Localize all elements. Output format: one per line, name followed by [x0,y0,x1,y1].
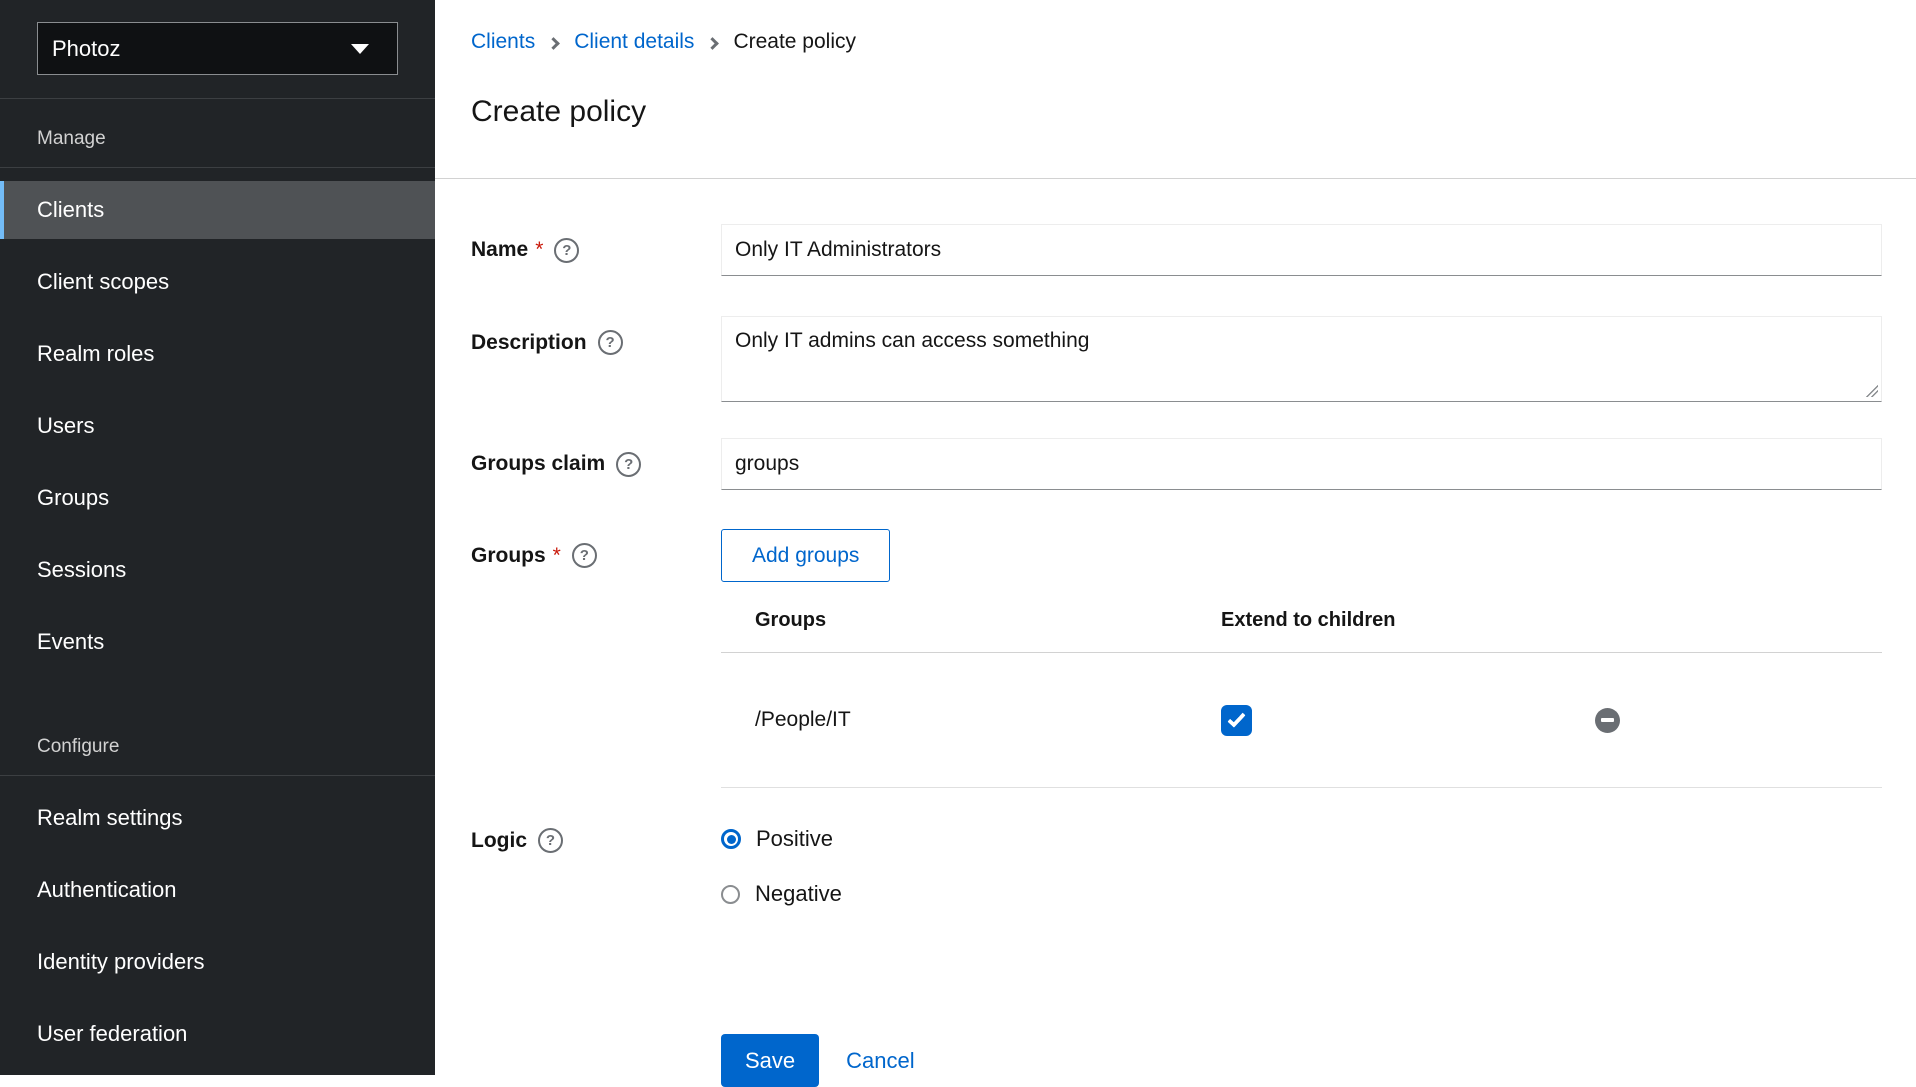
form-row-description: Description ? Only IT admins can access … [471,316,1882,402]
help-icon[interactable]: ? [572,543,597,568]
nav-section-title-configure: Configure [0,735,435,776]
main-content: Clients Client details Create policy Cre… [435,0,1916,1075]
form-row-groups-claim: Groups claim ? [471,438,1882,490]
name-input[interactable] [721,224,1882,276]
actions-column-header [1561,609,1882,653]
nav-list-manage: Clients Client scopes Realm roles Users … [0,181,435,685]
help-icon[interactable]: ? [598,330,623,355]
row-actions-cell [1561,653,1882,788]
breadcrumb: Clients Client details Create policy [471,29,1916,55]
form-row-groups: Groups * ? Add groups Groups Extend to c… [471,529,1882,788]
form-row-name: Name * ? [471,224,1882,276]
breadcrumb-separator-icon [547,37,560,50]
cancel-button[interactable]: Cancel [846,1048,914,1074]
description-textarea[interactable]: Only IT admins can access something [721,316,1882,402]
check-icon [1227,709,1245,728]
logic-negative-option[interactable]: Negative [721,881,1882,907]
form-actions: Save Cancel [721,1034,1882,1087]
sidebar-item-client-scopes[interactable]: Client scopes [0,253,435,311]
chevron-down-icon [351,44,369,54]
remove-group-button[interactable] [1595,708,1620,733]
required-indicator: * [535,238,543,262]
sidebar-item-clients[interactable]: Clients [0,181,435,239]
minus-circle-icon [1595,708,1620,733]
realm-selector-area: Photoz [0,0,435,99]
logic-positive-option[interactable]: Positive [721,826,1882,852]
logic-label: Logic [471,829,527,853]
extend-to-children-cell [1221,653,1561,788]
form-actions-row: Save Cancel [471,907,1882,1087]
realm-name: Photoz [52,36,121,62]
resize-grip-icon[interactable] [1865,384,1878,397]
name-label: Name [471,238,528,262]
breadcrumb-current: Create policy [733,30,856,54]
sidebar-item-realm-roles[interactable]: Realm roles [0,325,435,383]
extend-to-children-column-header: Extend to children [1221,609,1561,653]
groups-table-header-row: Groups Extend to children [721,609,1882,653]
description-label: Description [471,331,587,355]
form-row-logic: Logic ? Positive Negative [471,826,1882,907]
sidebar-item-realm-settings[interactable]: Realm settings [0,789,435,847]
sidebar: Photoz Manage Clients Client scopes Real… [0,0,435,1075]
description-label-group: Description ? [471,330,721,355]
sidebar-item-authentication[interactable]: Authentication [0,861,435,919]
groups-label: Groups [471,544,546,568]
description-field-col: Only IT admins can access something [721,316,1882,402]
page-title: Create policy [471,91,1916,133]
sidebar-item-sessions[interactable]: Sessions [0,541,435,599]
sidebar-item-users[interactable]: Users [0,397,435,455]
add-groups-button[interactable]: Add groups [721,529,890,582]
help-icon[interactable]: ? [554,238,579,263]
breadcrumb-separator-icon [707,37,720,50]
logic-label-group: Logic ? [471,828,721,853]
radio-unselected-icon[interactable] [721,885,740,904]
logic-negative-label: Negative [755,881,842,907]
groups-label-group: Groups * ? [471,543,721,568]
groups-claim-label-group: Groups claim ? [471,452,721,477]
group-path-cell: /People/IT [721,653,1221,788]
sidebar-item-identity-providers[interactable]: Identity providers [0,933,435,991]
name-field-col [721,224,1882,276]
groups-field-col: Add groups Groups Extend to children /Pe… [721,529,1882,788]
sidebar-item-groups[interactable]: Groups [0,469,435,527]
table-row: /People/IT [721,653,1882,788]
sidebar-item-events[interactable]: Events [0,613,435,671]
breadcrumb-link-clients[interactable]: Clients [471,30,535,54]
breadcrumb-link-client-details[interactable]: Client details [574,30,694,54]
name-label-group: Name * ? [471,238,721,263]
nav-section-title-manage: Manage [0,127,435,168]
page-header: Clients Client details Create policy Cre… [435,0,1916,179]
groups-claim-input[interactable] [721,438,1882,490]
realm-selector[interactable]: Photoz [37,22,398,75]
groups-table: Groups Extend to children /People/IT [721,609,1882,788]
radio-selected-icon[interactable] [721,829,741,849]
logic-positive-label: Positive [756,826,833,852]
help-icon[interactable]: ? [538,828,563,853]
nav-list-configure: Realm settings Authentication Identity p… [0,789,435,1077]
help-icon[interactable]: ? [616,452,641,477]
extend-to-children-checkbox[interactable] [1221,705,1252,736]
create-policy-form: Name * ? Description ? Only IT admins ca… [435,179,1916,1087]
sidebar-item-user-federation[interactable]: User federation [0,1005,435,1063]
groups-claim-label: Groups claim [471,452,605,476]
groups-column-header: Groups [721,609,1221,653]
logic-field-col: Positive Negative [721,826,1882,907]
save-button[interactable]: Save [721,1034,819,1087]
required-indicator: * [553,544,561,568]
groups-claim-field-col [721,438,1882,490]
